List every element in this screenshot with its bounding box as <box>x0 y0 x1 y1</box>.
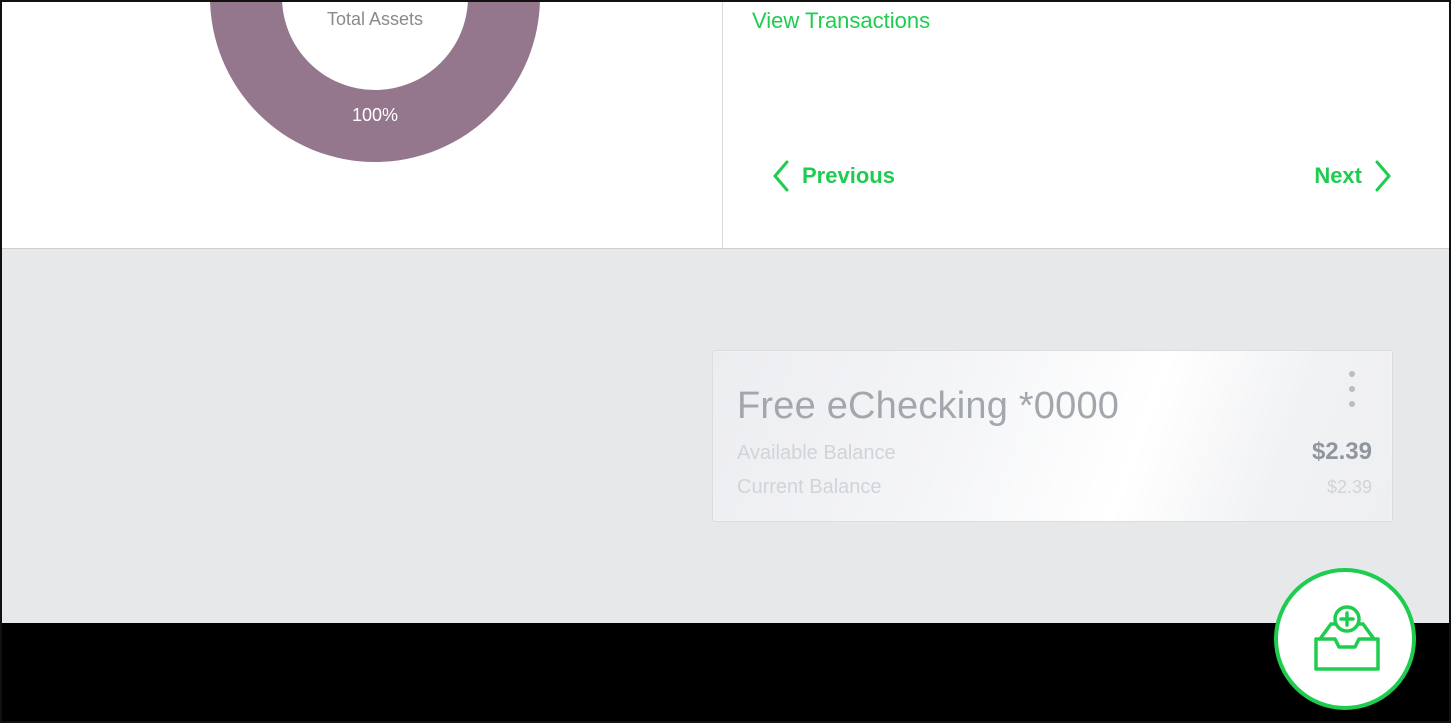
previous-label: Previous <box>802 163 895 188</box>
available-balance-label: Available Balance <box>737 442 896 464</box>
assets-donut-chart: Total Assets 100% <box>210 2 540 162</box>
transactions-card: View Transactions Previous Next <box>723 2 1449 248</box>
add-inbox-button[interactable] <box>1274 568 1416 710</box>
accounts-area: Free eChecking *0000 Available Balance $… <box>2 249 1449 623</box>
next-button[interactable]: Next <box>1314 160 1392 192</box>
bottom-bar <box>2 623 1449 721</box>
inbox-plus-icon <box>1314 605 1380 671</box>
chevron-left-icon <box>772 160 790 192</box>
chevron-right-icon <box>1374 160 1392 192</box>
previous-button[interactable]: Previous <box>772 160 895 192</box>
total-assets-label: Total Assets <box>326 9 424 29</box>
assets-summary-card: Total Assets 100% <box>2 2 723 248</box>
app-frame: Total Assets 100% View Transactions Prev… <box>0 0 1451 723</box>
current-balance-value: $2.39 <box>1326 477 1372 497</box>
view-transactions-link[interactable]: View Transactions <box>752 10 930 32</box>
account-name: Free eChecking *0000 <box>737 385 1120 427</box>
next-label: Next <box>1314 163 1362 188</box>
current-balance-label: Current Balance <box>737 476 882 498</box>
available-balance-row: Available Balance $2.39 <box>737 440 1372 464</box>
current-balance-row: Current Balance $2.39 <box>737 477 1372 497</box>
account-pager: Previous Next <box>772 160 1392 200</box>
more-options-icon[interactable] <box>1347 369 1357 413</box>
top-panel: Total Assets 100% View Transactions Prev… <box>2 2 1449 249</box>
available-balance-value: $2.39 <box>1311 438 1372 465</box>
donut-percent-label: 100% <box>351 105 399 125</box>
account-card[interactable]: Free eChecking *0000 Available Balance $… <box>712 350 1393 522</box>
